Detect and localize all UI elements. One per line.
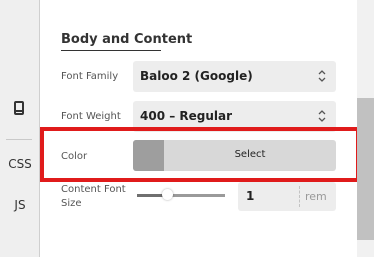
font-family-value: Baloo 2 (Google) — [140, 69, 253, 83]
font-family-select[interactable]: Baloo 2 (Google) — [133, 61, 336, 92]
chevron-up-down-icon — [318, 110, 326, 122]
content-font-size-label-line1: Content Font — [61, 184, 126, 195]
section-title: Body and Content — [61, 32, 193, 47]
section-title-underline — [61, 50, 161, 51]
scrollbar-thumb[interactable] — [357, 98, 374, 240]
highlight-box — [40, 127, 360, 182]
font-weight-value: 400 – Regular — [140, 109, 233, 123]
content-font-size-label: Content Font Size — [61, 183, 126, 211]
right-edge — [374, 0, 391, 257]
font-family-label: Font Family — [61, 71, 119, 82]
font-size-unit[interactable]: rem — [305, 190, 327, 203]
rail-item-css[interactable]: CSS — [0, 157, 40, 171]
chevron-up-down-icon — [318, 70, 326, 82]
content-font-size-label-line2: Size — [61, 198, 82, 209]
font-weight-label: Font Weight — [61, 111, 121, 122]
left-rail: CSS JS — [0, 0, 40, 257]
font-size-value: 1 — [246, 189, 255, 203]
rail-item-js[interactable]: JS — [0, 198, 40, 212]
input-separator — [299, 186, 300, 207]
rail-divider — [6, 139, 32, 140]
font-size-input[interactable]: 1 rem — [238, 182, 336, 211]
mobile-device-icon[interactable] — [14, 101, 24, 115]
